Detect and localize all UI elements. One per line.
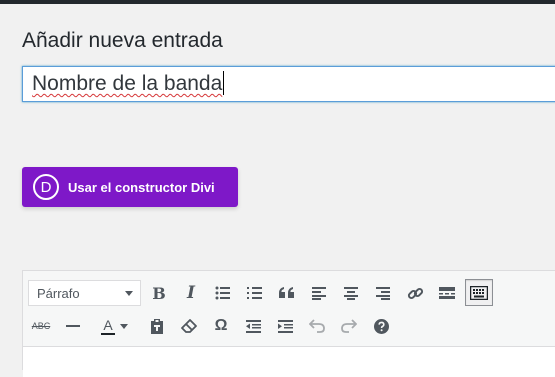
post-title-value: Nombre de la banda	[32, 72, 223, 95]
format-select-value: Párrafo	[37, 285, 80, 301]
indent-icon	[277, 319, 293, 333]
help-icon	[373, 318, 389, 334]
numbered-list-button[interactable]	[242, 280, 268, 306]
bold-button[interactable]: B	[146, 280, 172, 306]
align-center-button[interactable]	[338, 280, 364, 306]
paste-as-text-button[interactable]	[144, 313, 170, 339]
horizontal-line-icon	[66, 325, 80, 327]
redo-button[interactable]	[336, 313, 362, 339]
numbered-list-icon	[247, 287, 262, 299]
special-character-icon: Ω	[214, 317, 228, 334]
divi-button-label: Usar el constructor Divi	[68, 179, 215, 195]
editor-content-area[interactable]	[23, 346, 555, 377]
text-color-icon: A	[101, 318, 115, 335]
link-icon	[407, 287, 423, 299]
outdent-button[interactable]	[240, 313, 266, 339]
blockquote-button[interactable]	[274, 280, 300, 306]
align-right-icon	[376, 286, 390, 300]
bulleted-list-icon	[215, 286, 230, 300]
italic-button[interactable]: I	[178, 280, 204, 306]
blockquote-icon	[279, 287, 294, 298]
redo-icon	[341, 319, 357, 333]
text-color-button[interactable]: A	[92, 313, 132, 339]
paste-text-icon	[151, 319, 163, 334]
text-color-glyph: A	[103, 316, 113, 333]
page-title: Añadir nueva entrada	[22, 29, 223, 52]
read-more-icon	[439, 287, 455, 299]
undo-button[interactable]	[304, 313, 330, 339]
strikethrough-icon: ABC	[31, 321, 51, 331]
keyboard-shortcuts-button[interactable]	[368, 313, 394, 339]
read-more-button[interactable]	[434, 280, 460, 306]
clear-formatting-button[interactable]	[176, 313, 202, 339]
chevron-down-icon	[125, 291, 133, 296]
toolbar-toggle-icon	[470, 285, 488, 300]
text-caret	[223, 71, 225, 95]
italic-icon: I	[187, 283, 195, 303]
strikethrough-button[interactable]: ABC	[28, 313, 54, 339]
align-center-icon	[344, 286, 358, 300]
align-left-button[interactable]	[306, 280, 332, 306]
bulleted-list-button[interactable]	[210, 280, 236, 306]
format-select[interactable]: Párrafo	[28, 280, 141, 306]
insert-link-button[interactable]	[402, 280, 428, 306]
text-color-swatch	[101, 332, 115, 335]
horizontal-line-button[interactable]	[60, 313, 86, 339]
admin-bar	[0, 0, 555, 4]
bold-icon: B	[152, 283, 166, 303]
special-character-button[interactable]: Ω	[208, 313, 234, 339]
outdent-icon	[245, 319, 261, 333]
align-right-button[interactable]	[370, 280, 396, 306]
indent-button[interactable]	[272, 313, 298, 339]
chevron-down-icon	[120, 324, 128, 329]
toolbar-toggle-button[interactable]	[465, 279, 493, 306]
clear-formatting-icon	[181, 318, 197, 333]
use-divi-builder-button[interactable]: D Usar el constructor Divi	[22, 167, 238, 207]
undo-icon	[309, 319, 325, 333]
divi-logo-icon: D	[33, 174, 59, 200]
post-title-input[interactable]: Nombre de la banda	[22, 66, 555, 102]
align-left-icon	[312, 286, 326, 300]
